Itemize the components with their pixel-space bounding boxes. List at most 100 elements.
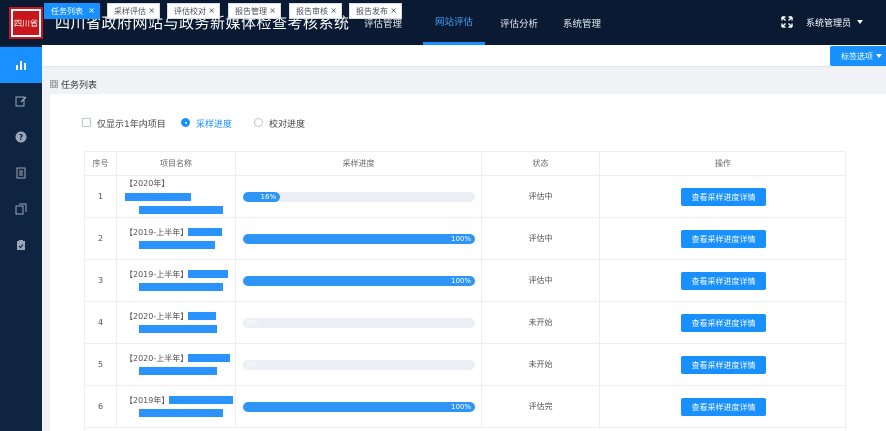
- redacted-name-block: [139, 409, 223, 417]
- sidebar-item-analysis[interactable]: [0, 47, 42, 83]
- view-sampling-detail-button[interactable]: 查看采样进度详情: [681, 314, 766, 332]
- redacted-name-block: [188, 228, 223, 236]
- project-name-prefix: 【2019-上半年】: [125, 269, 189, 279]
- tab-report-publish[interactable]: 报告发布 ×: [349, 3, 402, 19]
- close-icon[interactable]: ×: [330, 6, 337, 15]
- project-name-prefix: 【2019年】: [125, 395, 170, 405]
- sidebar-item-document[interactable]: [0, 155, 42, 191]
- project-name[interactable]: 【2020-上半年】: [117, 302, 236, 344]
- grid-icon: [50, 80, 58, 88]
- status-text: 未开始: [482, 344, 600, 386]
- sample-progress-radio[interactable]: [181, 118, 190, 127]
- progress-cell: 100%: [236, 218, 482, 260]
- nav-evaluation-analysis[interactable]: 评估分析: [494, 0, 544, 45]
- project-name-prefix: 【2020年】: [125, 179, 170, 188]
- progress-bar: 0%: [243, 318, 475, 328]
- redacted-name-block: [169, 396, 234, 404]
- view-sampling-detail-button[interactable]: 查看采样进度详情: [681, 398, 766, 416]
- redacted-name-block: [139, 205, 223, 214]
- action-cell: 查看采样进度详情: [600, 176, 846, 218]
- help-icon: ?: [15, 131, 27, 143]
- view-sampling-detail-button[interactable]: 查看采样进度详情: [681, 272, 766, 290]
- caret-down-icon[interactable]: [857, 20, 863, 24]
- bar-chart-icon: [16, 61, 26, 70]
- tab-label: 报告审核: [296, 6, 328, 16]
- panel-title: 任务列表: [61, 81, 98, 91]
- status-text: 未开始: [482, 302, 600, 344]
- progress-cell: 100%: [236, 260, 482, 302]
- document-icon: [16, 167, 26, 179]
- progress-cell: 0%: [236, 302, 482, 344]
- project-name-prefix: 【2020-上半年】: [125, 311, 189, 321]
- close-icon[interactable]: ×: [88, 6, 95, 15]
- redacted-name-block: [139, 241, 215, 249]
- row-index: 2: [85, 218, 117, 260]
- logo-seal: 四川省: [13, 11, 39, 35]
- progress-cell: 100%: [236, 386, 482, 428]
- redacted-name-block: [188, 270, 229, 278]
- nav-website-evaluation[interactable]: 网站评估: [423, 0, 485, 45]
- project-name[interactable]: 【2019年】: [117, 386, 236, 428]
- status-text: 评估中: [482, 176, 600, 218]
- redacted-name-block: [139, 283, 223, 291]
- edit-icon: [15, 96, 27, 107]
- progress-cell: 16%: [236, 176, 482, 218]
- action-cell: 查看采样进度详情: [600, 218, 846, 260]
- sidebar: ?: [0, 45, 42, 431]
- tabs-bar: [42, 45, 886, 67]
- progress-fill: 100%: [243, 234, 475, 244]
- project-name-prefix: 【2019-上半年】: [125, 227, 189, 237]
- tab-sampling-evaluation[interactable]: 采样评估 ×: [107, 3, 160, 19]
- row-index: 3: [85, 260, 117, 302]
- fullscreen-icon[interactable]: [781, 16, 793, 28]
- view-sampling-detail-button[interactable]: 查看采样进度详情: [681, 230, 766, 248]
- action-cell: 查看采样进度详情: [600, 386, 846, 428]
- project-name[interactable]: 【2020-上半年】: [117, 344, 236, 386]
- recent-year-checkbox[interactable]: [82, 118, 91, 127]
- tab-report-management[interactable]: 报告管理 ×: [228, 3, 281, 19]
- tab-report-review[interactable]: 报告审核 ×: [289, 3, 342, 19]
- tab-evaluation-proof[interactable]: 评估校对 ×: [167, 3, 220, 19]
- sidebar-item-copy[interactable]: [0, 191, 42, 227]
- close-icon[interactable]: ×: [390, 6, 397, 15]
- sidebar-item-help[interactable]: ?: [0, 119, 42, 155]
- view-sampling-detail-button[interactable]: 查看采样进度详情: [681, 356, 766, 374]
- row-index: 1: [85, 176, 117, 218]
- label-options-button[interactable]: 标签选项: [830, 46, 886, 66]
- action-cell: 查看采样进度详情: [600, 302, 846, 344]
- sidebar-item-edit[interactable]: [0, 83, 42, 119]
- view-sampling-detail-button[interactable]: 查看采样进度详情: [681, 188, 766, 206]
- project-name[interactable]: 【2019-上半年】: [117, 260, 236, 302]
- panel-header: 任务列表: [42, 75, 886, 93]
- row-index: 5: [85, 344, 117, 386]
- proof-progress-radio[interactable]: [254, 118, 263, 127]
- redacted-name-block: [188, 312, 217, 320]
- progress-fill: 16%: [243, 192, 281, 202]
- user-menu[interactable]: 系统管理员: [806, 16, 851, 29]
- progress-bar: 100%: [243, 234, 475, 244]
- close-icon[interactable]: ×: [148, 6, 155, 15]
- close-icon[interactable]: ×: [208, 6, 215, 15]
- action-cell: 查看采样进度详情: [600, 260, 846, 302]
- redacted-name-block: [139, 367, 217, 375]
- tab-label: 评估校对: [174, 6, 206, 16]
- project-name[interactable]: 【2020年】: [117, 176, 236, 218]
- close-icon[interactable]: ×: [269, 6, 276, 15]
- progress-bar: 0%: [243, 360, 475, 370]
- project-name-prefix: 【2020-上半年】: [125, 353, 189, 363]
- action-cell: 查看采样进度详情: [600, 344, 846, 386]
- redacted-name-block: [139, 325, 217, 333]
- tab-label: 报告发布: [356, 6, 388, 16]
- proof-progress-label: 校对进度: [269, 120, 306, 130]
- progress-cell: 0%: [236, 344, 482, 386]
- copy-icon: [15, 203, 27, 215]
- nav-system-management[interactable]: 系统管理: [557, 0, 607, 45]
- tab-label: 采样评估: [114, 6, 146, 16]
- sidebar-item-clipboard[interactable]: [0, 227, 42, 263]
- clipboard-icon: [17, 240, 25, 250]
- tab-label: 报告管理: [235, 6, 267, 16]
- column-header-progress: 采样进度: [236, 152, 482, 176]
- project-name[interactable]: 【2019-上半年】: [117, 218, 236, 260]
- tab-task-list[interactable]: 任务列表 ×: [44, 3, 100, 19]
- column-header-status: 状态: [482, 152, 600, 176]
